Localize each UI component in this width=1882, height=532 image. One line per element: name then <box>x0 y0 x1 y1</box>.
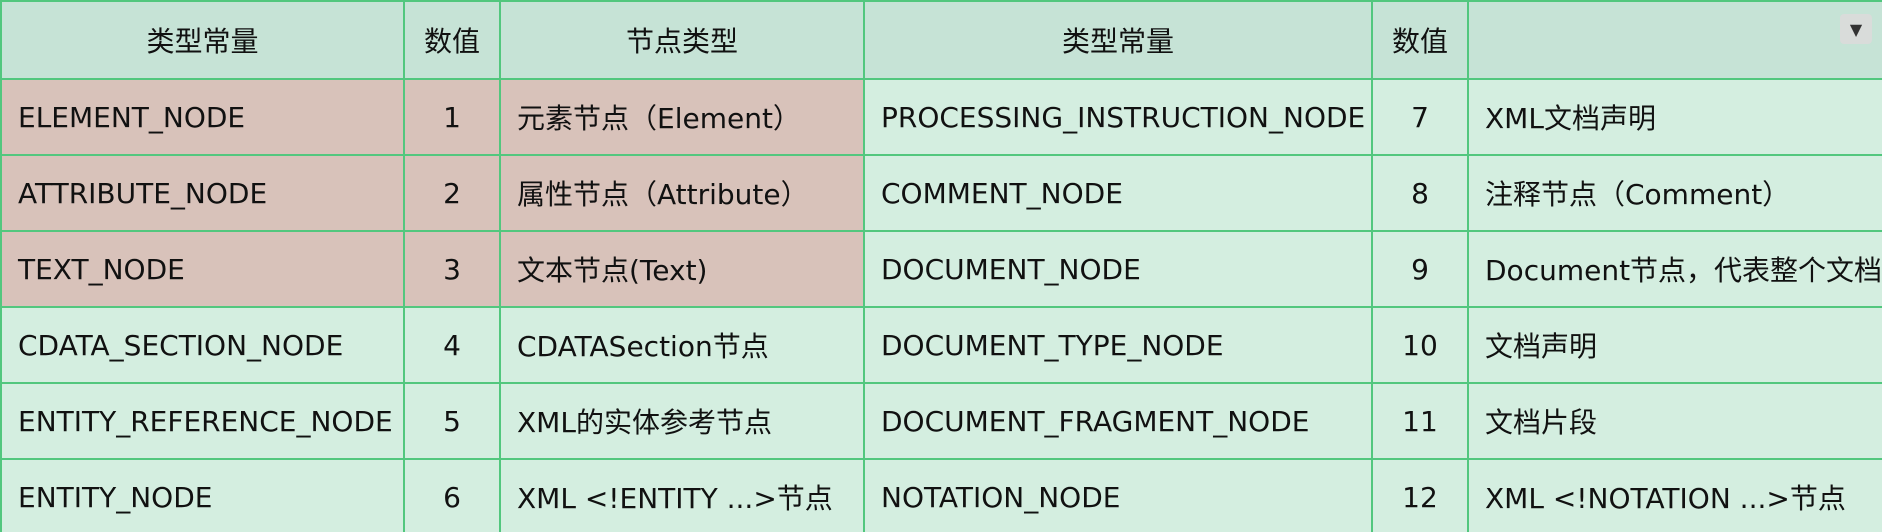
cell-type-constant: CDATA_SECTION_NODE <box>0 306 405 384</box>
cell-node-type-2: Document节点，代表整个文档 <box>1467 230 1882 308</box>
cell-type-constant-2: PROCESSING_INSTRUCTION_NODE <box>863 78 1373 156</box>
header-node-type-2: ▼ <box>1467 0 1882 80</box>
cell-value-2: 10 <box>1371 306 1469 384</box>
cell-node-type-2: 注释节点（Comment） <box>1467 154 1882 232</box>
cell-value: 3 <box>403 230 501 308</box>
cell-value-2: 12 <box>1371 458 1469 532</box>
cell-node-type: 属性节点（Attribute） <box>499 154 865 232</box>
cell-node-type: 文本节点(Text) <box>499 230 865 308</box>
cell-type-constant-2: DOCUMENT_TYPE_NODE <box>863 306 1373 384</box>
header-value: 数值 <box>403 0 501 80</box>
cell-type-constant: ENTITY_REFERENCE_NODE <box>0 382 405 460</box>
table-row: CDATA_SECTION_NODE 4 CDATASection节点 DOCU… <box>0 306 1882 384</box>
cell-type-constant: ATTRIBUTE_NODE <box>0 154 405 232</box>
cell-node-type-2: 文档声明 <box>1467 306 1882 384</box>
cell-value-2: 8 <box>1371 154 1469 232</box>
table-row: ELEMENT_NODE 1 元素节点（Element） PROCESSING_… <box>0 78 1882 156</box>
cell-value-2: 9 <box>1371 230 1469 308</box>
cell-value: 2 <box>403 154 501 232</box>
table-row: ATTRIBUTE_NODE 2 属性节点（Attribute） COMMENT… <box>0 154 1882 232</box>
cell-value: 5 <box>403 382 501 460</box>
cell-type-constant-2: NOTATION_NODE <box>863 458 1373 532</box>
cell-type-constant: ENTITY_NODE <box>0 458 405 532</box>
cell-node-type: XML的实体参考节点 <box>499 382 865 460</box>
chevron-down-icon[interactable]: ▼ <box>1840 14 1872 44</box>
table-row: ENTITY_NODE 6 XML <!ENTITY ...>节点 NOTATI… <box>0 458 1882 532</box>
node-type-table: 类型常量 数值 节点类型 类型常量 数值 ▼ ELEMENT_NODE 1 元素… <box>0 0 1882 532</box>
table-header-row: 类型常量 数值 节点类型 类型常量 数值 ▼ <box>0 0 1882 80</box>
cell-node-type-2: XML <!NOTATION ...>节点 <box>1467 458 1882 532</box>
table-row: TEXT_NODE 3 文本节点(Text) DOCUMENT_NODE 9 D… <box>0 230 1882 308</box>
header-value-2: 数值 <box>1371 0 1469 80</box>
cell-value-2: 7 <box>1371 78 1469 156</box>
header-type-constant: 类型常量 <box>0 0 405 80</box>
cell-type-constant-2: COMMENT_NODE <box>863 154 1373 232</box>
cell-type-constant-2: DOCUMENT_NODE <box>863 230 1373 308</box>
cell-node-type: CDATASection节点 <box>499 306 865 384</box>
cell-node-type-2: 文档片段 <box>1467 382 1882 460</box>
table-row: ENTITY_REFERENCE_NODE 5 XML的实体参考节点 DOCUM… <box>0 382 1882 460</box>
cell-type-constant-2: DOCUMENT_FRAGMENT_NODE <box>863 382 1373 460</box>
cell-value: 1 <box>403 78 501 156</box>
cell-type-constant: TEXT_NODE <box>0 230 405 308</box>
cell-node-type-2: XML文档声明 <box>1467 78 1882 156</box>
cell-node-type: 元素节点（Element） <box>499 78 865 156</box>
cell-type-constant: ELEMENT_NODE <box>0 78 405 156</box>
cell-value-2: 11 <box>1371 382 1469 460</box>
cell-value: 4 <box>403 306 501 384</box>
header-node-type: 节点类型 <box>499 0 865 80</box>
header-type-constant-2: 类型常量 <box>863 0 1373 80</box>
cell-node-type: XML <!ENTITY ...>节点 <box>499 458 865 532</box>
cell-value: 6 <box>403 458 501 532</box>
